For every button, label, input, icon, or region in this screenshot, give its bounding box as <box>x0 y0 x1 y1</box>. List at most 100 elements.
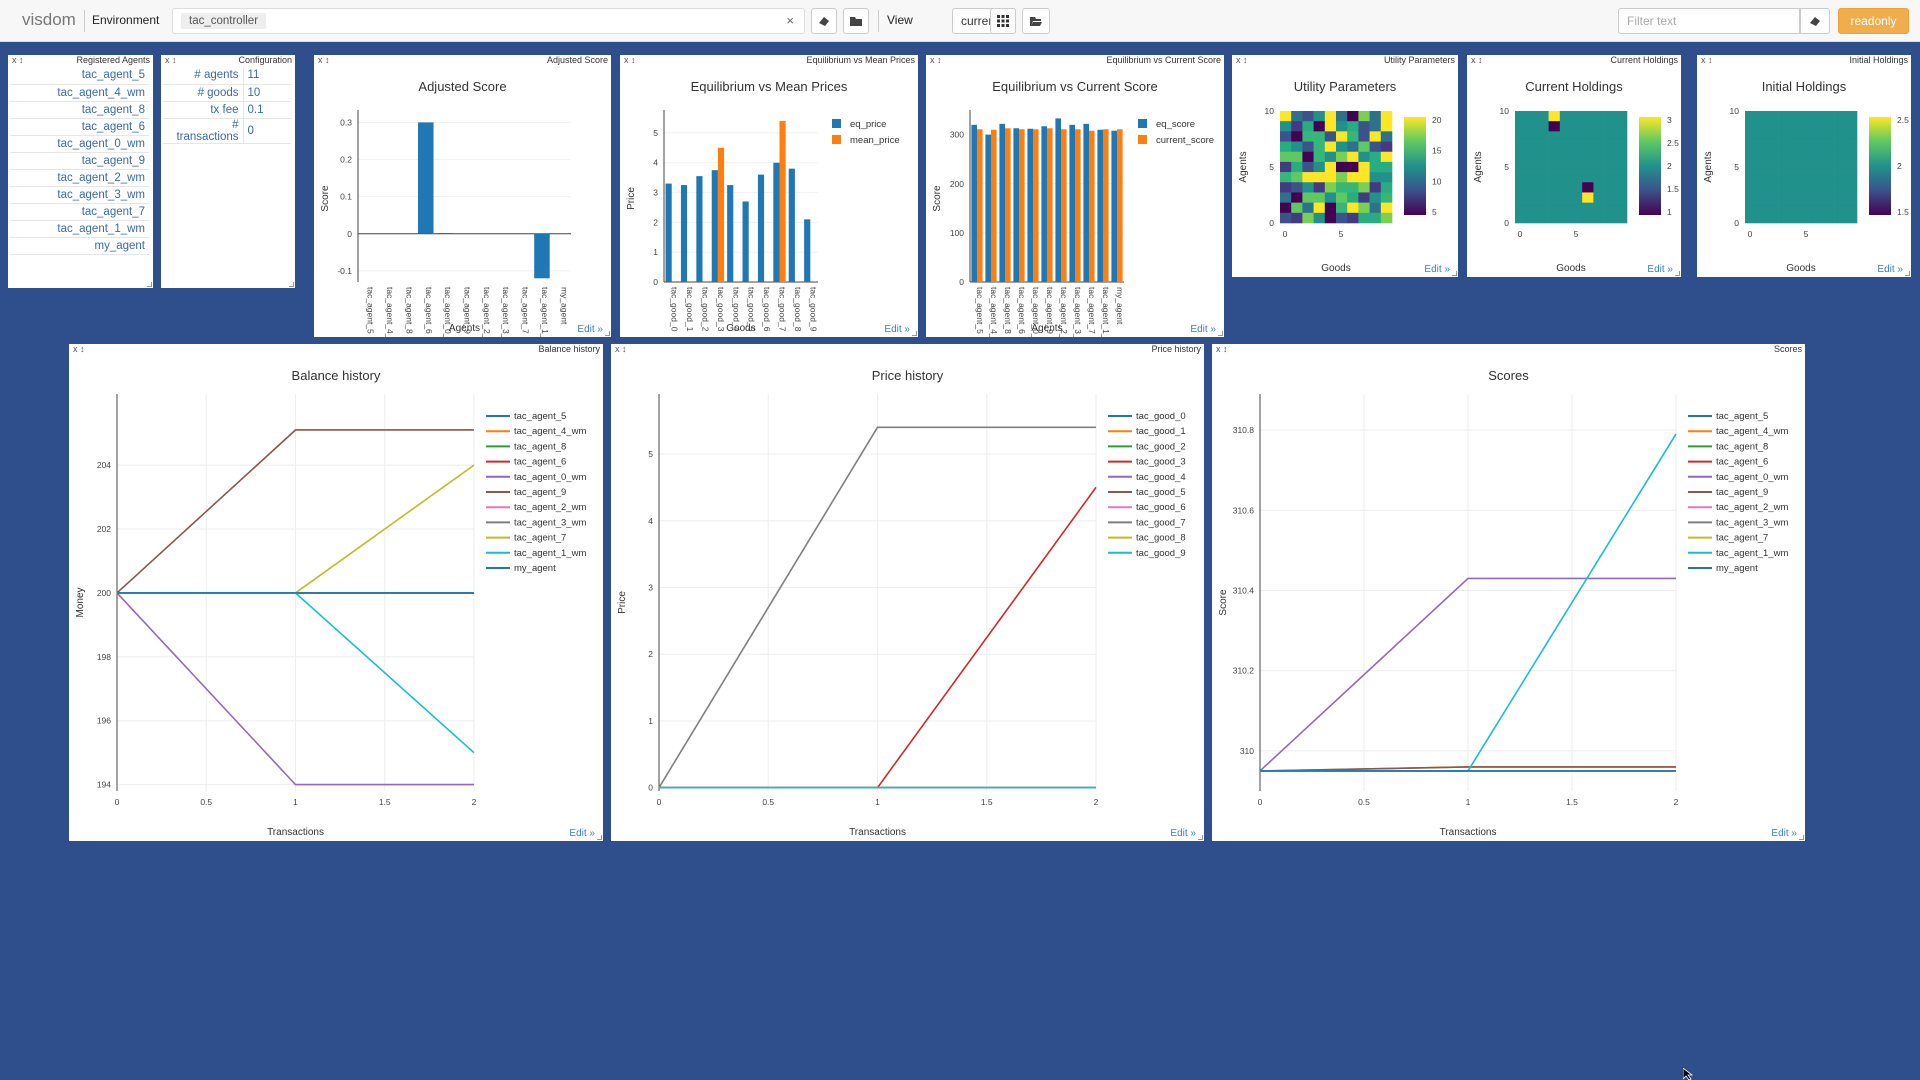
initial-holdings-pane[interactable]: x ↕ Initial Holdings Edit » Initial Holding… <box>1697 55 1911 277</box>
heatmap-cell[interactable] <box>1347 192 1359 203</box>
heatmap-cell[interactable] <box>1745 141 1757 153</box>
heatmap-cell[interactable] <box>1280 141 1292 153</box>
legend-label[interactable]: tac_agent_8 <box>1716 441 1768 452</box>
heatmap-cell[interactable] <box>1336 161 1348 173</box>
heatmap-cell[interactable] <box>1745 121 1757 132</box>
heatmap-cell[interactable] <box>1291 202 1303 214</box>
heatmap-cell[interactable] <box>1526 202 1538 214</box>
heatmap-cell[interactable] <box>1778 141 1791 153</box>
heatmap-cell[interactable] <box>1593 111 1605 122</box>
heatmap-cell[interactable] <box>1515 131 1527 142</box>
heatmap-cell[interactable] <box>1615 111 1628 122</box>
environment-tag[interactable]: tac_controller <box>181 13 267 29</box>
heatmap-cell[interactable] <box>1615 182 1628 193</box>
heatmap-cell[interactable] <box>1582 161 1594 173</box>
heatmap-cell[interactable] <box>1615 212 1628 224</box>
heatmap-cell[interactable] <box>1358 182 1370 193</box>
bar[interactable] <box>757 174 765 282</box>
heatmap-cell[interactable] <box>1291 151 1303 163</box>
legend-label[interactable]: tac_agent_0_wm <box>514 472 586 483</box>
heatmap-cell[interactable] <box>1812 121 1824 132</box>
heatmap-cell[interactable] <box>1537 151 1549 163</box>
legend-label[interactable]: tac_agent_9 <box>1716 487 1768 498</box>
heatmap-cell[interactable] <box>1571 182 1583 193</box>
heatmap-cell[interactable] <box>1515 111 1527 122</box>
heatmap-cell[interactable] <box>1745 151 1757 163</box>
heatmap-cell[interactable] <box>1324 121 1337 132</box>
pane-controls[interactable]: x ↕ <box>12 55 24 65</box>
heatmap-cell[interactable] <box>1302 161 1314 173</box>
heatmap-cell[interactable] <box>1380 111 1393 122</box>
heatmap-cell[interactable] <box>1380 202 1393 214</box>
bar[interactable] <box>1117 129 1123 282</box>
heatmap-cell[interactable] <box>1302 111 1314 122</box>
heatmap-cell[interactable] <box>1571 111 1583 122</box>
bar[interactable] <box>1047 128 1053 282</box>
heatmap-cell[interactable] <box>1313 141 1326 153</box>
heatmap-cell[interactable] <box>1767 202 1779 214</box>
legend-label[interactable]: mean_price <box>850 135 900 146</box>
heatmap-cell[interactable] <box>1778 131 1791 142</box>
bar[interactable] <box>437 233 453 234</box>
heatmap-cell[interactable] <box>1302 212 1314 224</box>
heatmap-cell[interactable] <box>1336 141 1348 153</box>
heatmap-cell[interactable] <box>1582 212 1594 224</box>
heatmap-cell[interactable] <box>1358 111 1370 122</box>
heatmap-cell[interactable] <box>1582 202 1594 214</box>
filter-input[interactable]: Filter text <box>1618 8 1800 34</box>
heatmap-cell[interactable] <box>1559 151 1572 163</box>
heatmap-cell[interactable] <box>1834 131 1847 142</box>
bar[interactable] <box>804 219 811 282</box>
heatmap-cell[interactable] <box>1834 111 1847 122</box>
heatmap-cell[interactable] <box>1801 212 1813 224</box>
heatmap-cell[interactable] <box>1767 131 1779 142</box>
heatmap-cell[interactable] <box>1823 131 1835 142</box>
legend-label[interactable]: current_score <box>1156 135 1214 146</box>
heatmap-cell[interactable] <box>1615 121 1628 132</box>
heatmap-cell[interactable] <box>1537 172 1549 183</box>
heatmap-cell[interactable] <box>1801 192 1813 203</box>
heatmap-cell[interactable] <box>1347 212 1359 224</box>
pane-controls[interactable]: x ↕ <box>318 55 330 65</box>
legend-label[interactable]: tac_good_5 <box>1136 487 1186 498</box>
heatmap-cell[interactable] <box>1302 192 1314 203</box>
heatmap-cell[interactable] <box>1767 111 1779 122</box>
heatmap-cell[interactable] <box>1548 151 1561 163</box>
heatmap-cell[interactable] <box>1593 131 1605 142</box>
heatmap-cell[interactable] <box>1778 161 1791 173</box>
legend-label[interactable]: tac_agent_4_wm <box>514 426 586 437</box>
heatmap-cell[interactable] <box>1756 172 1768 183</box>
heatmap-cell[interactable] <box>1745 192 1757 203</box>
heatmap-cell[interactable] <box>1845 161 1858 173</box>
pane-controls[interactable]: x ↕ <box>73 344 85 354</box>
heatmap-cell[interactable] <box>1823 121 1835 132</box>
heatmap-cell[interactable] <box>1834 212 1847 224</box>
heatmap-cell[interactable] <box>1526 182 1538 193</box>
heatmap-cell[interactable] <box>1313 161 1326 173</box>
legend-label[interactable]: tac_good_2 <box>1136 441 1186 452</box>
heatmap-cell[interactable] <box>1604 212 1617 224</box>
heatmap-cell[interactable] <box>1302 121 1314 132</box>
balance-history-pane[interactable]: x ↕ Balance history Edit » Balance history T… <box>69 344 603 841</box>
legend-label[interactable]: tac_good_4 <box>1136 472 1186 483</box>
heatmap-cell[interactable] <box>1823 182 1835 193</box>
heatmap-cell[interactable] <box>1834 202 1847 214</box>
heatmap-cell[interactable] <box>1801 111 1813 122</box>
pane-header[interactable]: x ↕ Balance history <box>69 344 603 356</box>
heatmap-cell[interactable] <box>1778 121 1791 132</box>
bar[interactable] <box>971 124 977 282</box>
heatmap-cell[interactable] <box>1767 121 1779 132</box>
heatmap-cell[interactable] <box>1291 161 1303 173</box>
bar[interactable] <box>985 134 991 282</box>
heatmap-cell[interactable] <box>1548 121 1561 132</box>
heatmap-cell[interactable] <box>1582 151 1594 163</box>
heatmap-cell[interactable] <box>1582 111 1594 122</box>
grid-button[interactable] <box>990 8 1016 34</box>
heatmap-cell[interactable] <box>1324 131 1337 142</box>
heatmap-cell[interactable] <box>1280 151 1292 163</box>
heatmap-cell[interactable] <box>1604 172 1617 183</box>
heatmap-cell[interactable] <box>1302 151 1314 163</box>
heatmap-cell[interactable] <box>1604 192 1617 203</box>
heatmap-cell[interactable] <box>1280 161 1292 173</box>
heatmap-cell[interactable] <box>1559 172 1572 183</box>
